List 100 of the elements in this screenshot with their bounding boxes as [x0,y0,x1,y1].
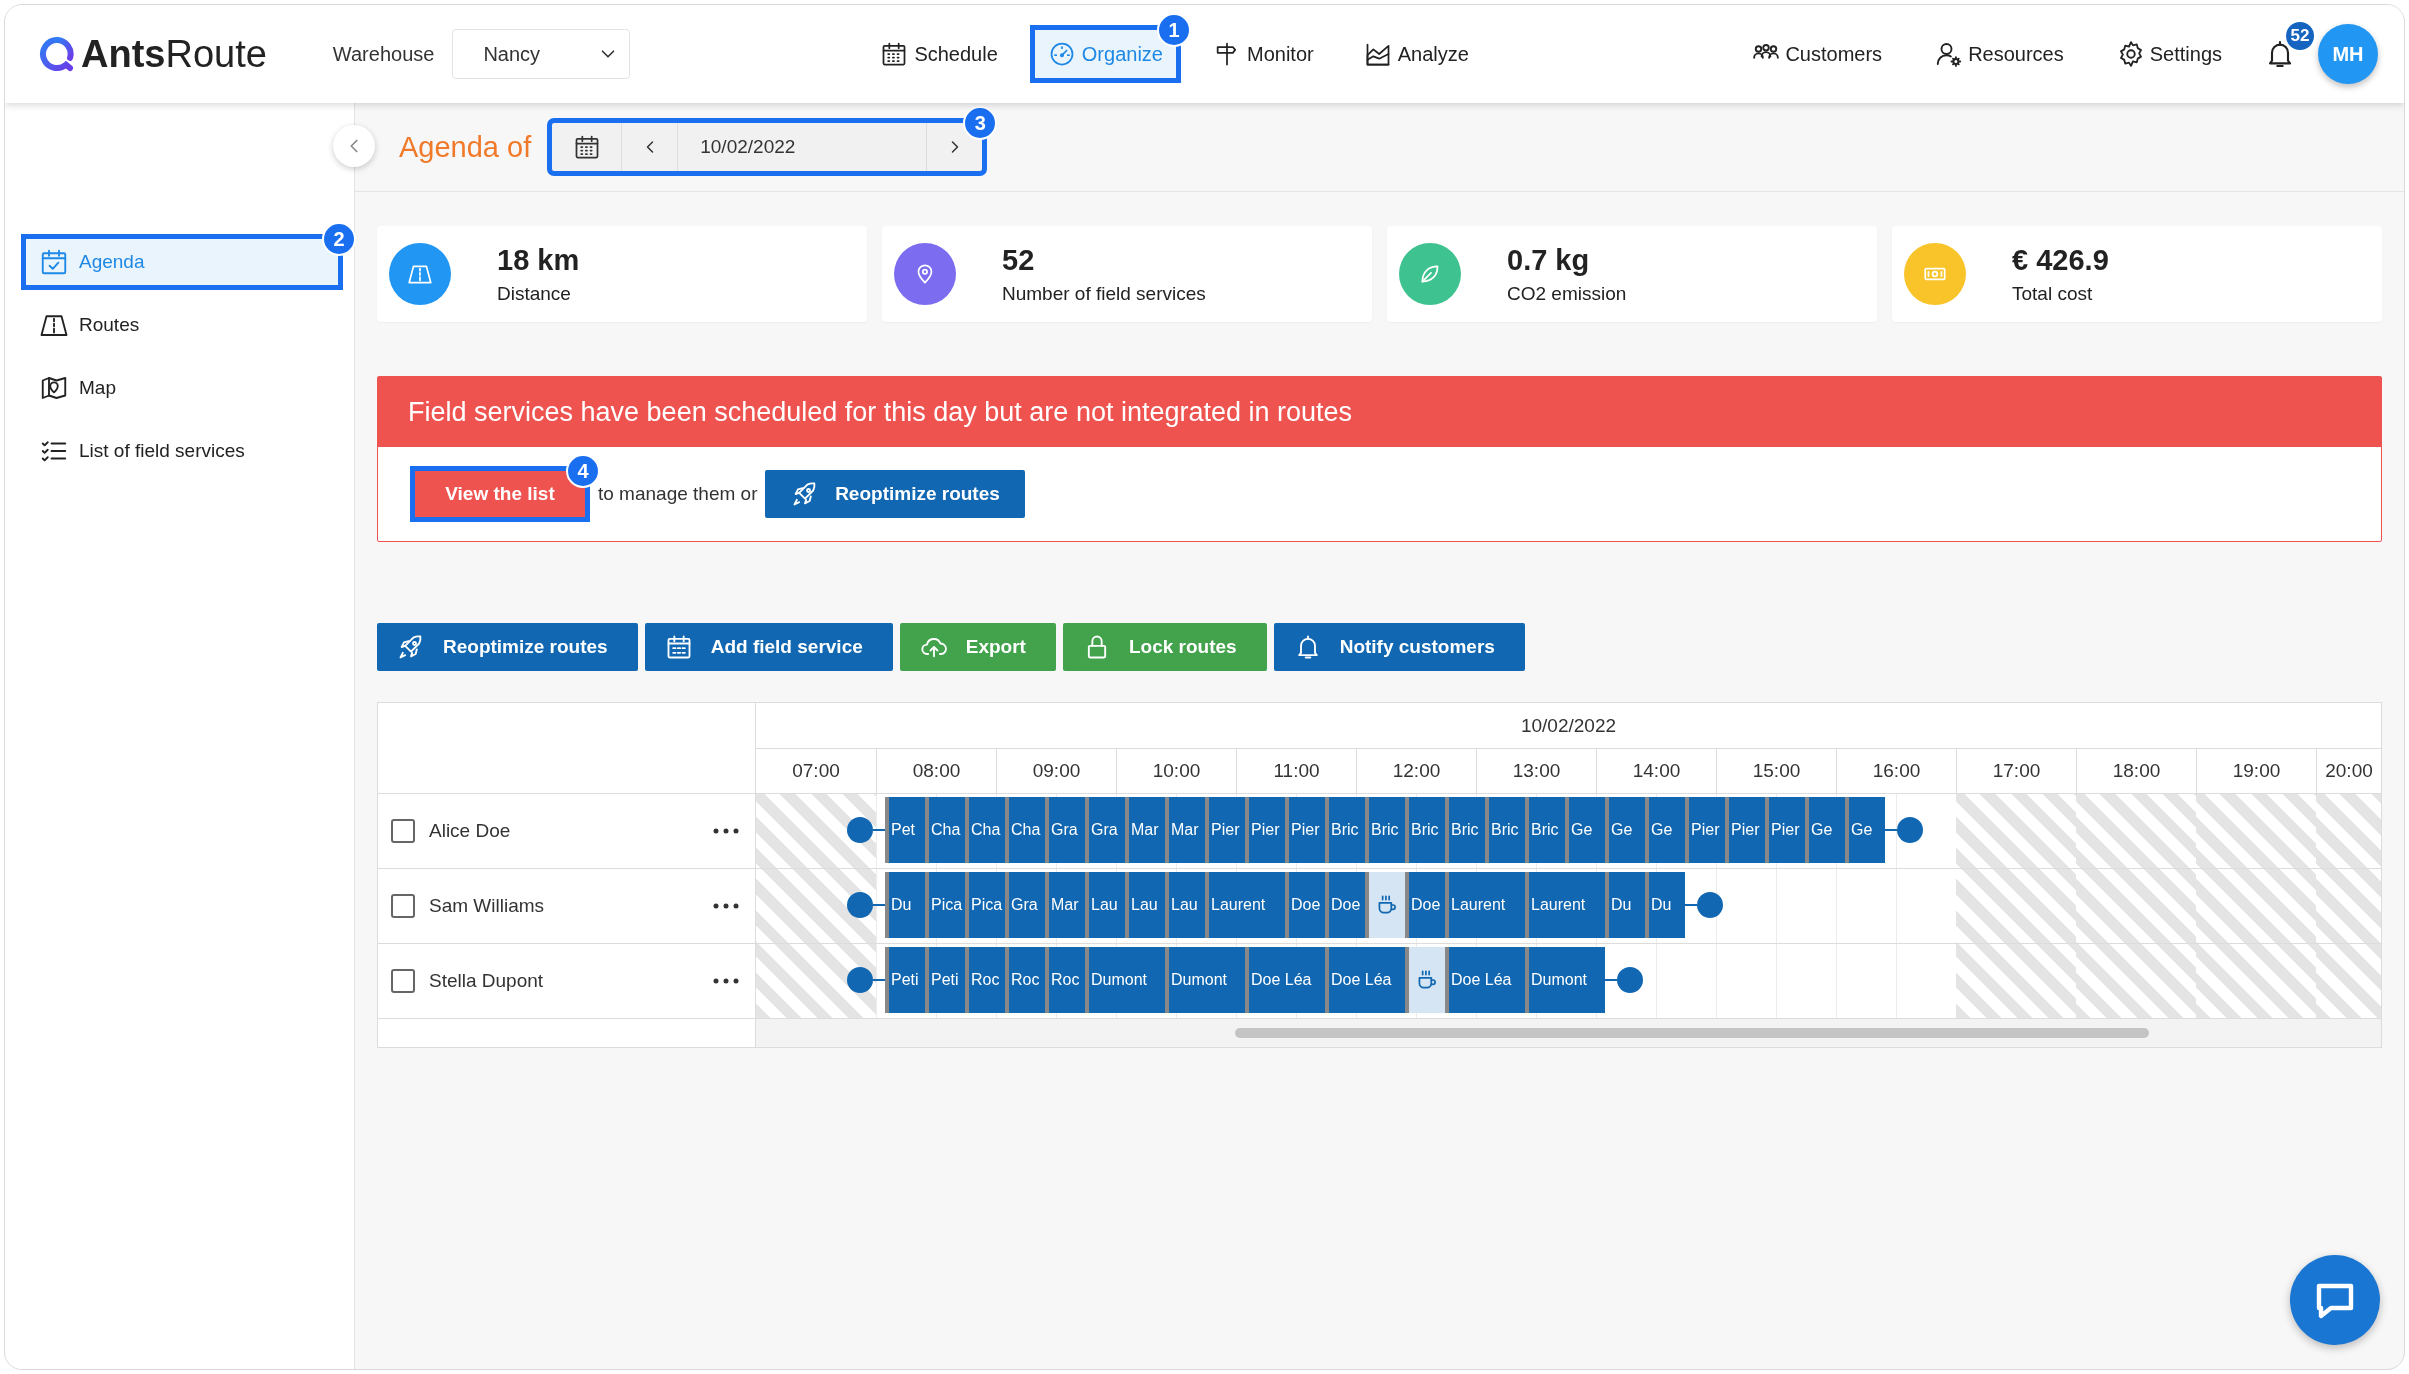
task-block[interactable]: Lau [1085,872,1125,938]
hour-label: 15:00 [1716,749,1836,793]
task-block[interactable]: Bric [1365,797,1405,863]
hour-label: 11:00 [1236,749,1356,793]
sidebar-item[interactable]: Routes [25,301,339,349]
task-block[interactable]: Cha [965,797,1005,863]
nav-tab[interactable]: Schedule [866,29,1012,79]
action-button[interactable]: Reoptimize routes [377,623,638,671]
task-block[interactable]: Mar [1125,797,1165,863]
scrollbar-thumb[interactable] [1235,1028,2149,1038]
task-block[interactable]: Pier [1765,797,1805,863]
hour-label: 19:00 [2196,749,2316,793]
task-block[interactable]: Lau [1165,872,1205,938]
depot-dot[interactable] [1697,892,1723,918]
nav-tab[interactable]: Analyze [1349,29,1483,79]
task-block[interactable]: Du [1645,872,1685,938]
more-icon[interactable] [713,828,739,834]
date-field[interactable]: 10/02/2022 [678,123,927,171]
callout-badge: 1 [1156,13,1191,47]
task-block[interactable]: Mar [1045,872,1085,938]
checkbox[interactable] [391,894,415,918]
task-block[interactable]: Pier [1205,797,1245,863]
task-block[interactable]: Gra [1085,797,1125,863]
alert-message: Field services have been scheduled for this day but are not integrated in routes [378,377,2381,447]
task-block[interactable]: Laurent [1525,872,1605,938]
task-block[interactable]: Pier [1285,797,1325,863]
hour-label: 18:00 [2076,749,2196,793]
stat-value: 18 km [497,243,580,277]
reoptimize-button[interactable]: Reoptimize routes [765,470,1026,518]
task-block[interactable]: Roc [1045,947,1085,1013]
task-block[interactable]: Ge [1605,797,1645,863]
sidebar-item[interactable]: List of field services [25,427,339,475]
checkbox[interactable] [391,969,415,993]
task-block[interactable]: Lau [1125,872,1165,938]
task-block[interactable]: Mar [1165,797,1205,863]
task-block[interactable]: Du [885,872,925,938]
task-block[interactable]: Doe Léa [1325,947,1405,1013]
depot-dot[interactable] [1617,967,1643,993]
warehouse-label: Warehouse [332,42,435,66]
task-block[interactable]: Roc [965,947,1005,1013]
task-block[interactable]: Peti [925,947,965,1013]
action-button[interactable]: Notify customers [1273,623,1525,671]
user-avatar[interactable]: MH [2318,24,2378,84]
task-block[interactable]: Ge [1565,797,1605,863]
task-block[interactable]: Peti [885,947,925,1013]
task-block[interactable]: Doe [1285,872,1325,938]
task-block[interactable]: Pet [885,797,925,863]
stat-value: € 426.9 [2012,243,2109,277]
task-block[interactable]: Pica [965,872,1005,938]
task-block[interactable]: Pier [1725,797,1765,863]
task-block[interactable]: Bric [1485,797,1525,863]
nav-link[interactable]: Customers [1751,39,1883,69]
stat-label: Number of field services [1002,282,1206,305]
task-block[interactable]: Dumont [1085,947,1165,1013]
task-block[interactable]: Bric [1445,797,1485,863]
stat-label: Total cost [2012,282,2094,305]
route-line [873,829,885,831]
task-block[interactable]: Cha [1005,797,1045,863]
task-block[interactable]: Doe Léa [1245,947,1325,1013]
task-block[interactable]: Gra [1045,797,1085,863]
task-block[interactable]: Doe [1325,872,1365,938]
action-button[interactable]: Export [899,623,1056,671]
action-button[interactable]: Add field service [644,623,893,671]
task-block[interactable]: Pier [1245,797,1285,863]
resource-name: Sam Williams [429,895,546,917]
nav-link[interactable]: Settings [2115,39,2222,69]
nav-link[interactable]: Resources [1934,39,2064,69]
task-block[interactable]: Ge [1845,797,1885,863]
action-button[interactable]: Lock routes [1062,623,1267,671]
task-block[interactable]: Doe Léa [1445,947,1525,1013]
chat-button[interactable] [2290,1255,2380,1345]
task-block[interactable]: Bric [1325,797,1365,863]
more-icon[interactable] [713,903,739,909]
task-block[interactable]: Gra [1005,872,1045,938]
task-block[interactable]: Pica [925,872,965,938]
more-icon[interactable] [713,978,739,984]
nav-tab[interactable]: Monitor [1198,29,1328,79]
task-block[interactable]: Bric [1405,797,1445,863]
task-block[interactable]: Laurent [1205,872,1285,938]
task-block[interactable]: Ge [1805,797,1845,863]
task-block[interactable]: Dumont [1165,947,1245,1013]
task-block[interactable]: Bric [1525,797,1565,863]
task-block[interactable]: Pier [1685,797,1725,863]
task-block[interactable]: Du [1605,872,1645,938]
warehouse-select[interactable]: Nancy [452,29,631,79]
task-block[interactable]: Roc [1005,947,1045,1013]
checkbox[interactable] [391,819,415,843]
notification-count: 52 [2284,20,2316,52]
depot-dot[interactable] [1897,817,1923,843]
task-block[interactable]: Cha [925,797,965,863]
task-block[interactable]: Ge [1645,797,1685,863]
break-block[interactable] [1405,947,1445,1013]
break-block[interactable] [1365,872,1405,938]
task-block[interactable]: Doe [1405,872,1445,938]
hour-label: 14:00 [1596,749,1716,793]
sidebar-item[interactable]: Map [25,364,339,412]
task-block[interactable]: Dumont [1525,947,1605,1013]
callout-badge: 4 [566,454,600,488]
task-block[interactable]: Laurent [1445,872,1525,938]
logo-icon [39,36,75,72]
